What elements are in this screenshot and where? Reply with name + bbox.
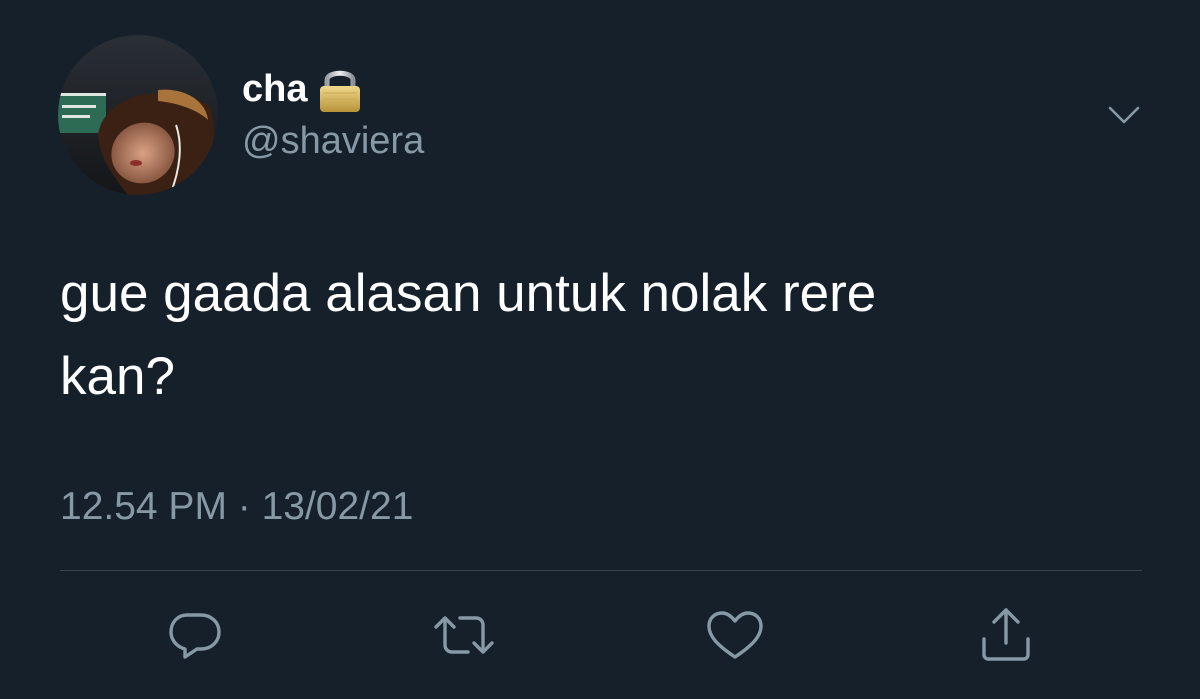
divider: [60, 570, 1142, 571]
timestamp[interactable]: 12.54 PM · 13/02/21: [60, 487, 413, 526]
avatar-photo: [58, 35, 218, 195]
lock-icon: [317, 64, 363, 114]
chevron-down-icon[interactable]: [1104, 100, 1144, 130]
retweet-button[interactable]: [432, 605, 496, 665]
share-icon: [982, 608, 1030, 661]
tweet-card: cha @shaviera gue gaada alasan untuk nol…: [0, 0, 1200, 699]
reply-button[interactable]: [163, 605, 227, 665]
display-name[interactable]: cha: [242, 70, 307, 108]
avatar[interactable]: [58, 35, 218, 195]
retweet-icon: [434, 616, 494, 654]
speech-bubble-icon: [169, 613, 221, 659]
heart-icon: [707, 611, 763, 659]
like-button[interactable]: [703, 605, 767, 665]
tweet-text: gue gaada alasan untuk nolak rere kan?: [60, 264, 877, 406]
username[interactable]: @shaviera: [242, 122, 424, 160]
share-button[interactable]: [974, 605, 1038, 665]
display-name-row: cha: [242, 64, 363, 114]
